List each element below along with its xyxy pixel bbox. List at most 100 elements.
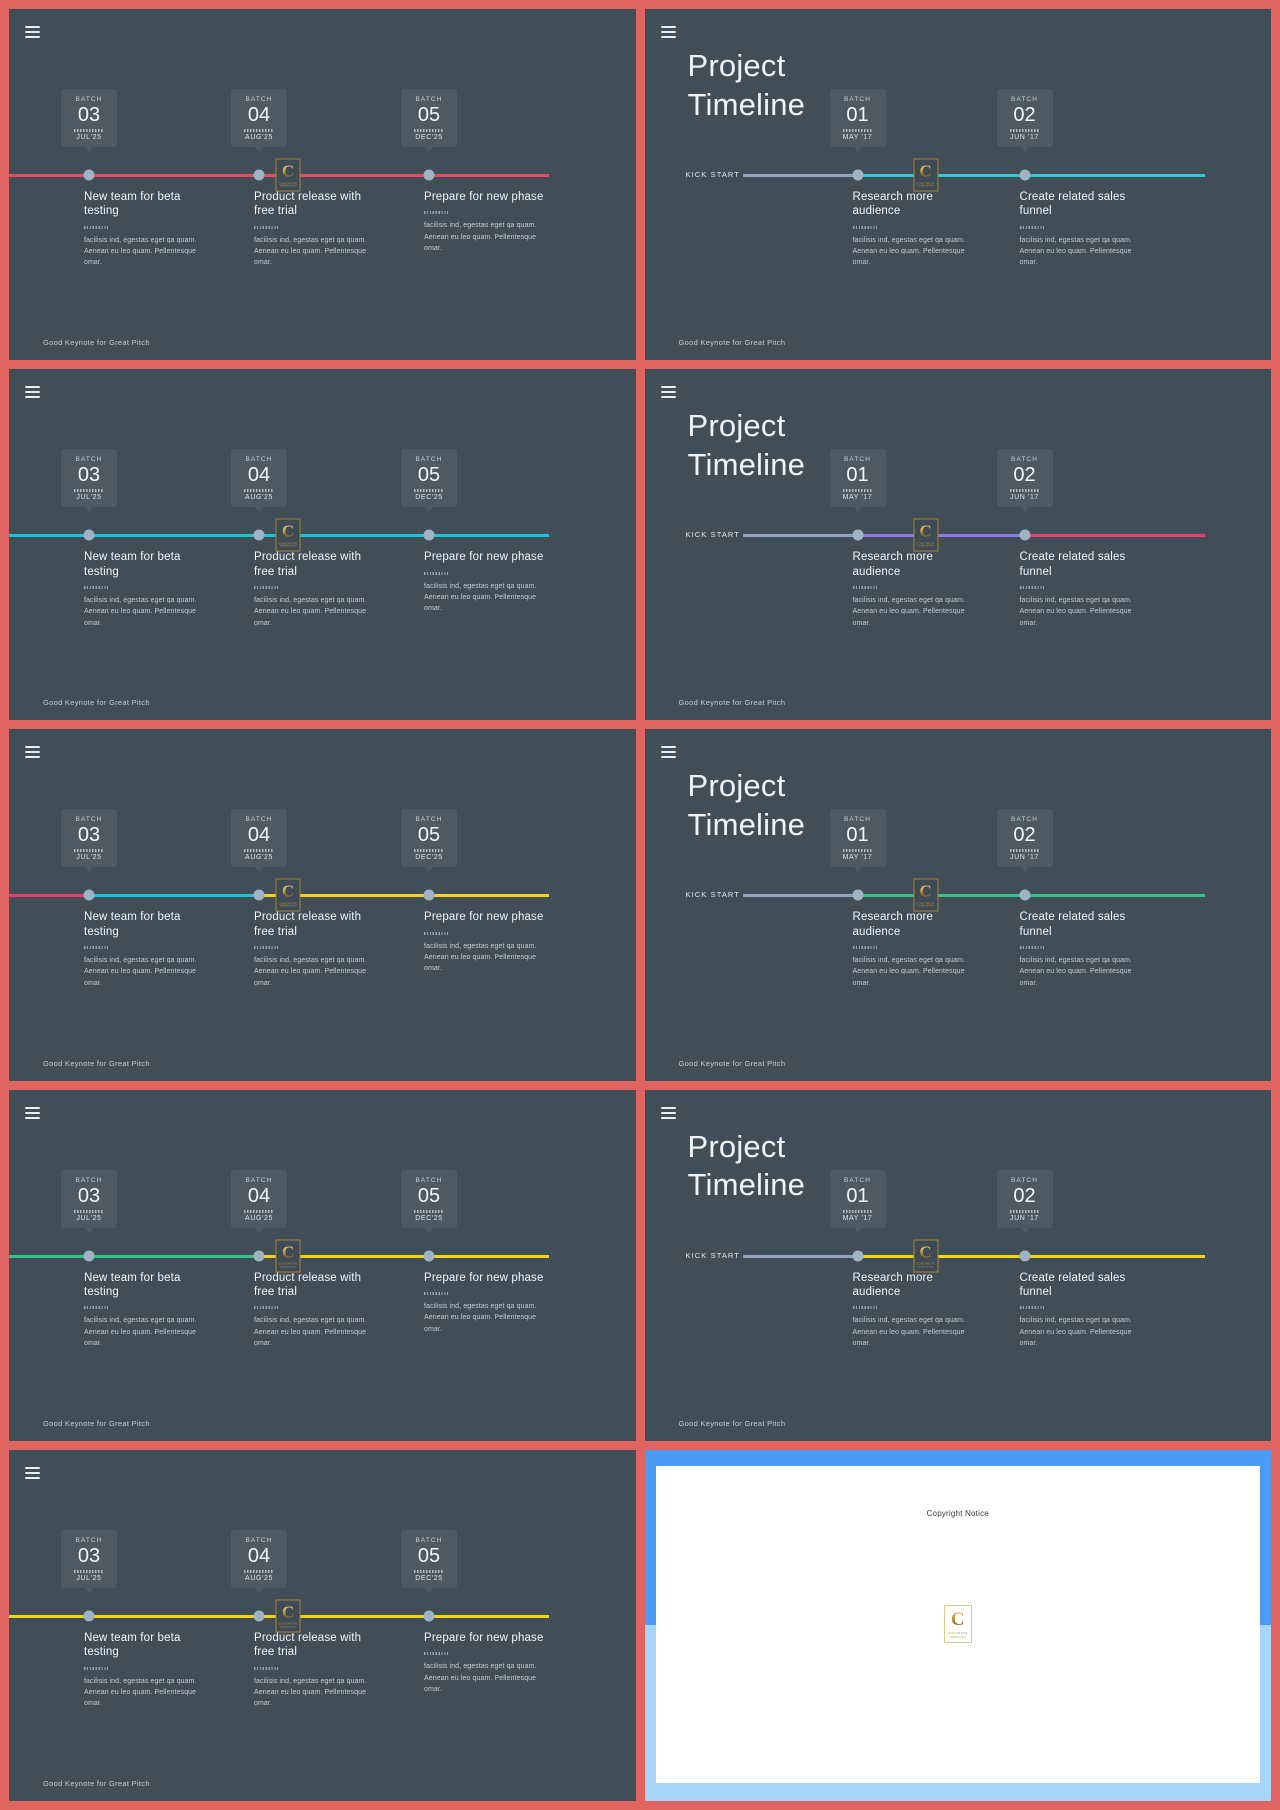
timeline-event-divider [84, 585, 108, 589]
batch-card[interactable]: BATCH 01 MAY '17 [829, 809, 886, 873]
timeline-node-dot[interactable] [852, 169, 863, 181]
batch-card[interactable]: BATCH 04 AUG'25 [231, 1169, 287, 1233]
timeline-node-dot[interactable] [1019, 169, 1030, 181]
batch-card-number: 04 [247, 464, 271, 487]
hamburger-menu-icon[interactable] [25, 1466, 40, 1479]
batch-card[interactable]: BATCH 05 DEC'25 [401, 449, 457, 513]
batch-card[interactable]: BATCH 05 DEC'25 [401, 809, 457, 873]
batch-card-label: BATCH [415, 816, 443, 824]
batch-card-divider [414, 1209, 444, 1213]
timeline-segment-2 [1024, 1254, 1205, 1258]
hamburger-menu-icon[interactable] [660, 746, 676, 759]
timeline-event-title: Create related sales funnel [1019, 911, 1126, 938]
timeline-node-dot[interactable] [83, 529, 95, 541]
brand-logo-badge: C CONCRETE TEMPLATES [275, 1239, 301, 1273]
batch-card-label: BATCH [245, 816, 273, 824]
hamburger-menu-icon[interactable] [25, 1106, 40, 1119]
timeline-track [645, 174, 1272, 177]
hamburger-menu-icon[interactable] [25, 386, 40, 399]
batch-card-number: 04 [247, 104, 271, 126]
batch-card[interactable]: BATCH 01 MAY '17 [829, 449, 886, 513]
timeline-event: Prepare for new phase facilisis ind, eges… [424, 550, 544, 614]
batch-card-divider [244, 129, 274, 132]
timeline-segment-1 [857, 894, 1025, 898]
timeline-node-dot[interactable] [83, 1610, 95, 1622]
timeline-event-body: facilisis ind, egestas eget qa quam. Aen… [424, 1302, 537, 1333]
batch-card-month: MAY '17 [842, 1214, 873, 1222]
batch-card[interactable]: BATCH 04 AUG'25 [231, 89, 287, 152]
logo-letter-icon: C [281, 521, 295, 541]
batch-card[interactable]: BATCH 03 JUL'25 [61, 1529, 117, 1593]
timeline-segment-3 [259, 1254, 549, 1258]
timeline-node-dot[interactable] [83, 1250, 95, 1262]
timeline-node-dot[interactable] [423, 529, 435, 541]
batch-card-divider [244, 1569, 274, 1573]
hamburger-menu-icon[interactable] [25, 26, 40, 38]
timeline-node-dot[interactable] [423, 1610, 435, 1622]
timeline-event-title: Prepare for new phase [424, 191, 544, 203]
batch-card[interactable]: BATCH 05 DEC'25 [401, 1529, 457, 1593]
timeline-event: Create related sales funnel facilisis ind… [1019, 190, 1140, 269]
timeline-event-body: facilisis ind, egestas eget qa quam. Aen… [84, 1317, 197, 1347]
timeline-segment-2 [89, 1614, 259, 1618]
batch-card-month: DEC'25 [415, 1214, 443, 1222]
timeline-node-dot[interactable] [423, 1250, 435, 1262]
timeline-node-dot[interactable] [852, 1250, 863, 1262]
hamburger-menu-icon[interactable] [25, 746, 40, 759]
logo-name: CONCRETE [278, 541, 298, 546]
timeline-node-dot[interactable] [852, 889, 863, 901]
timeline-node-dot[interactable] [83, 889, 95, 901]
batch-card[interactable]: BATCH 03 JUL'25 [61, 1169, 117, 1233]
timeline-track [645, 1254, 1272, 1258]
batch-card-label: BATCH [415, 1176, 443, 1184]
batch-card[interactable]: BATCH 02 JUN '17 [996, 1169, 1053, 1233]
timeline-node-dot[interactable] [253, 889, 265, 901]
timeline-segment-2 [89, 1254, 259, 1258]
batch-card[interactable]: BATCH 02 JUN '17 [996, 809, 1053, 873]
copyright-sheet: Copyright Notice C CONCRETE TEMPLATES [655, 1465, 1260, 1783]
timeline-event-divider [1019, 1306, 1044, 1310]
batch-card-number: 05 [417, 1544, 441, 1567]
logo-name: CONCRETE [916, 1261, 935, 1266]
timeline-node-dot[interactable] [1019, 889, 1030, 901]
batch-card[interactable]: BATCH 01 MAY '17 [829, 1169, 886, 1233]
batch-card-month: JUN '17 [1010, 1214, 1039, 1222]
timeline-node-dot[interactable] [253, 1610, 265, 1622]
hamburger-menu-icon[interactable] [660, 26, 676, 38]
timeline-node-dot[interactable] [852, 529, 863, 541]
timeline-segment-1 [9, 174, 89, 177]
hamburger-menu-icon[interactable] [660, 386, 676, 399]
timeline-node-dot[interactable] [253, 1250, 265, 1262]
batch-card[interactable]: BATCH 05 DEC'25 [401, 89, 457, 152]
timeline-slide-left: BATCH 03 JUL'25 BATCH 04 AUG'25 BATCH 05 DEC'25 N… [9, 369, 636, 721]
batch-card[interactable]: BATCH 01 MAY '17 [829, 89, 886, 152]
timeline-node-dot[interactable] [1019, 1250, 1030, 1262]
batch-card-label: BATCH [245, 456, 273, 464]
timeline-node-dot[interactable] [83, 169, 95, 181]
timeline-node-dot[interactable] [423, 889, 435, 901]
batch-card-month: AUG'25 [245, 854, 273, 862]
batch-card[interactable]: BATCH 04 AUG'25 [231, 809, 287, 873]
timeline-event-divider [254, 946, 278, 950]
batch-card[interactable]: BATCH 04 AUG'25 [231, 1529, 287, 1593]
hamburger-menu-icon[interactable] [660, 1106, 676, 1119]
batch-card[interactable]: BATCH 02 JUN '17 [996, 89, 1053, 152]
batch-card[interactable]: BATCH 05 DEC'25 [401, 1169, 457, 1233]
timeline-node-dot[interactable] [1019, 529, 1030, 541]
logo-subname: TEMPLATES [279, 1266, 297, 1269]
logo-subname: TEMPLATES [917, 545, 934, 548]
batch-card[interactable]: BATCH 03 JUL'25 [61, 89, 117, 152]
logo-name: CONCRETE [278, 181, 298, 185]
page-title: Project Timeline [687, 48, 806, 122]
batch-card[interactable]: BATCH 03 JUL'25 [61, 449, 117, 513]
logo-subname: TEMPLATES [279, 185, 297, 188]
timeline-event: Prepare for new phase facilisis ind, eges… [424, 190, 544, 254]
timeline-segment-1 [9, 894, 89, 898]
timeline-node-dot[interactable] [423, 169, 435, 181]
batch-card[interactable]: BATCH 02 JUN '17 [996, 449, 1053, 513]
batch-card[interactable]: BATCH 03 JUL'25 [61, 809, 117, 873]
timeline-node-dot[interactable] [253, 169, 265, 181]
batch-card[interactable]: BATCH 04 AUG'25 [231, 449, 287, 513]
timeline-node-dot[interactable] [253, 529, 265, 541]
batch-card-number: 03 [77, 1184, 101, 1207]
